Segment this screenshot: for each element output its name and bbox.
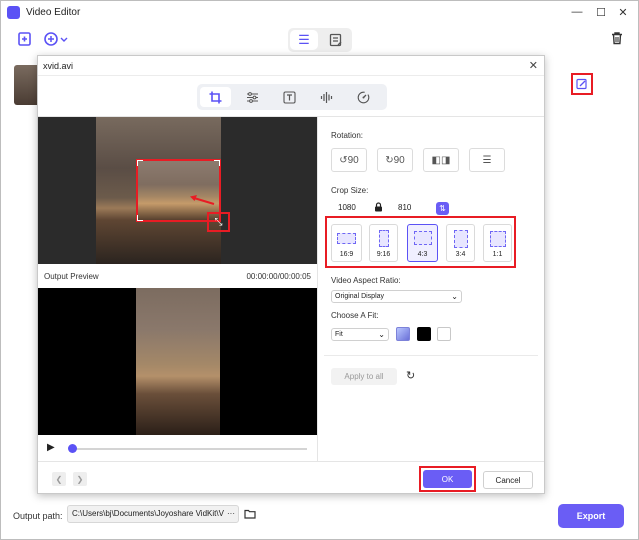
editor-tabs	[197, 84, 387, 110]
text-icon[interactable]	[271, 84, 308, 110]
source-video: ⤡	[38, 117, 317, 264]
detail-view-icon[interactable]	[320, 28, 352, 52]
preview-info-bar: Output Preview 00:00:00/00:00:05	[38, 264, 317, 288]
close-window-button[interactable]: ✕	[614, 3, 632, 21]
output-path-field[interactable]: C:\Users\bj\Documents\Joyoshare VidKit\V…	[67, 505, 239, 523]
ratio-9-16-icon	[379, 230, 389, 247]
aspect-ratio-value: Original Display	[335, 293, 385, 300]
ratio-1-1[interactable]: 1:1	[483, 224, 512, 262]
ratio-3-4-icon	[454, 230, 468, 248]
rotate-right-icon: ↻90	[385, 154, 405, 166]
dialog-footer: ❮ ❯ OK Cancel	[38, 461, 544, 493]
ok-highlight: OK	[419, 466, 476, 492]
aspect-ratio-label: Video Aspect Ratio:	[331, 276, 401, 285]
edit-icon[interactable]	[571, 73, 593, 95]
maximize-button[interactable]: ☐	[592, 3, 610, 21]
lock-icon[interactable]	[374, 202, 383, 214]
crop-size-label: Crop Size:	[331, 186, 369, 195]
rotate-left-icon: ↺90	[339, 154, 359, 166]
flip-horizontal-button[interactable]: ◧◨	[423, 148, 459, 172]
ratio-3-4[interactable]: 3:4	[446, 224, 475, 262]
aspect-ratio-select[interactable]: Original Display ⌄	[331, 290, 462, 303]
crop-corner-top-left[interactable]	[137, 160, 143, 166]
ratio-label: 1:1	[492, 251, 503, 258]
black-background-swatch[interactable]	[417, 327, 431, 341]
crop-corner-top-right[interactable]	[214, 160, 220, 166]
apply-to-all-button[interactable]: Apply to all	[331, 368, 397, 385]
output-path-value: C:\Users\bj\Documents\Joyoshare VidKit\V	[72, 509, 224, 518]
timecode: 00:00:00/00:00:05	[246, 271, 311, 281]
progress-track[interactable]	[70, 448, 307, 450]
view-mode-toggle: ☰	[288, 28, 352, 52]
ratio-16-9-icon	[337, 233, 356, 244]
ratio-label: 3:4	[455, 251, 466, 258]
audio-icon[interactable]	[308, 84, 345, 110]
red-arrow-icon	[190, 195, 215, 205]
ratio-label: 4:3	[417, 251, 428, 258]
progress-knob[interactable]	[68, 444, 77, 453]
export-button[interactable]: Export	[558, 504, 624, 528]
crop-icon[interactable]	[200, 87, 231, 107]
resize-handle-icon[interactable]: ⤡	[207, 212, 230, 232]
app-title: Video Editor	[26, 6, 81, 18]
ratio-1-1-icon	[490, 231, 506, 247]
adjust-icon[interactable]	[234, 84, 271, 110]
add-media-dropdown-icon[interactable]	[43, 31, 69, 51]
footer-bar: Output path: C:\Users\bj\Documents\Joyos…	[1, 495, 638, 539]
main-toolbar: ☰	[1, 23, 638, 57]
output-video	[38, 288, 317, 435]
rotate-left-button[interactable]: ↺90	[331, 148, 367, 172]
fit-value: Fit	[335, 331, 343, 338]
ok-button[interactable]: OK	[423, 470, 472, 488]
cancel-button[interactable]: Cancel	[483, 471, 533, 489]
chevron-down-icon: ⌄	[451, 292, 458, 301]
crop-width-input[interactable]: 1080	[338, 203, 356, 212]
speed-icon[interactable]	[345, 84, 382, 110]
dialog-title: xvid.avi	[43, 61, 74, 71]
ratio-9-16[interactable]: 9:16	[369, 224, 398, 262]
ratio-4-3-icon	[414, 231, 432, 245]
add-file-icon[interactable]	[17, 31, 33, 51]
swap-dimensions-icon[interactable]: ⇅	[436, 202, 449, 215]
minimize-button[interactable]: —	[568, 3, 586, 21]
flip-vertical-icon: ☰	[482, 154, 492, 166]
crop-editor-dialog: xvid.avi ✕ ⤡ Output Preview 00:00:00/00:…	[37, 55, 545, 494]
rotate-right-button[interactable]: ↻90	[377, 148, 413, 172]
chevron-down-icon: ⌄	[378, 330, 385, 339]
title-bar: Video Editor — ☐ ✕	[1, 1, 638, 23]
play-icon[interactable]: ▶	[47, 442, 55, 453]
output-path-label: Output path:	[13, 511, 63, 521]
flip-vertical-button[interactable]: ☰	[469, 148, 505, 172]
ratio-16-9[interactable]: 16:9	[331, 224, 362, 262]
reset-icon[interactable]: ↻	[406, 369, 415, 382]
preview-pane: ⤡ Output Preview 00:00:00/00:00:05 ▶	[38, 117, 317, 461]
ratio-4-3[interactable]: 4:3	[407, 224, 438, 262]
output-preview-label: Output Preview	[44, 271, 99, 281]
white-background-swatch[interactable]	[437, 327, 451, 341]
dialog-header: xvid.avi ✕	[38, 56, 544, 76]
crop-height-input[interactable]: 810	[398, 203, 411, 212]
ratio-label: 9:16	[376, 251, 391, 258]
dialog-close-button[interactable]: ✕	[529, 59, 538, 72]
browse-more-button[interactable]: ···	[227, 506, 235, 522]
app-logo-icon	[7, 5, 20, 19]
divider	[324, 355, 538, 356]
fit-label: Choose A Fit:	[331, 311, 379, 320]
list-view-icon[interactable]: ☰	[290, 30, 318, 50]
player-controls: ▶	[38, 435, 317, 461]
fit-select[interactable]: Fit ⌄	[331, 328, 389, 341]
crop-corner-bottom-left[interactable]	[137, 215, 143, 221]
output-frame	[136, 288, 220, 435]
blur-background-swatch[interactable]	[396, 327, 410, 341]
ratio-label: 16:9	[339, 251, 354, 258]
rotation-label: Rotation:	[331, 131, 364, 140]
previous-icon[interactable]: ❮	[52, 472, 66, 486]
aspect-ratio-presets: 16:9 9:16 4:3 3:4 1:1	[325, 216, 516, 268]
next-icon[interactable]: ❯	[73, 472, 87, 486]
flip-horizontal-icon: ◧◨	[431, 154, 451, 166]
settings-pane: Rotation: ↺90 ↻90 ◧◨ ☰ Crop Size: 1080 8…	[317, 117, 544, 461]
trash-icon[interactable]	[610, 31, 624, 48]
folder-icon[interactable]	[244, 508, 256, 522]
